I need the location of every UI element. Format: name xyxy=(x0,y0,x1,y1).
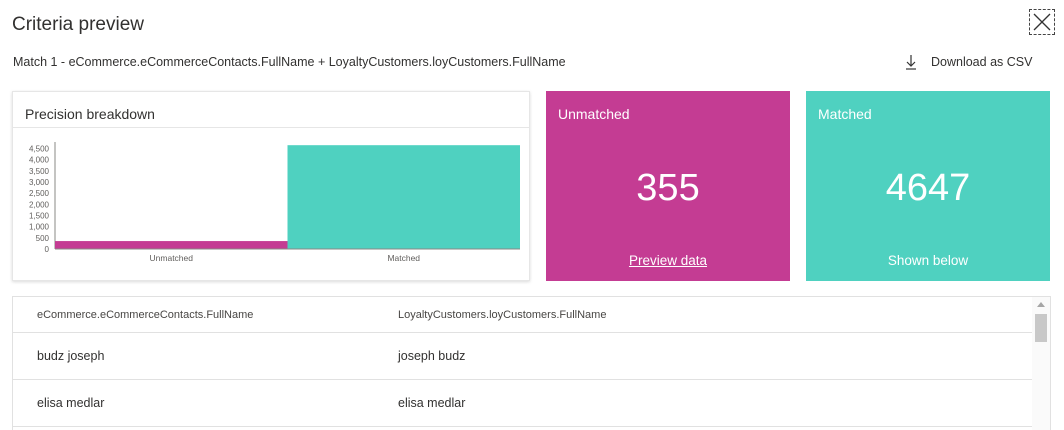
vertical-scrollbar[interactable] xyxy=(1032,297,1050,430)
matched-card: Matched 4647 Shown below xyxy=(806,91,1050,281)
table-cell: joseph budz xyxy=(398,349,466,363)
y-tick-label: 0 xyxy=(45,245,50,254)
y-tick-label: 500 xyxy=(36,234,50,243)
table-header: eCommerce.eCommerceContacts.FullName Loy… xyxy=(13,297,1034,333)
y-tick-label: 3,000 xyxy=(29,178,50,187)
bar-matched xyxy=(287,145,520,249)
close-icon xyxy=(1033,13,1051,31)
download-csv-label: Download as CSV xyxy=(931,55,1033,69)
x-tick-label: Matched xyxy=(387,253,420,263)
y-tick-label: 2,500 xyxy=(29,189,50,198)
unmatched-card: Unmatched 355 Preview data xyxy=(546,91,790,281)
y-tick-label: 1,500 xyxy=(29,211,50,220)
scrollbar-thumb[interactable] xyxy=(1035,314,1047,342)
table-row[interactable]: budz joseph joseph budz xyxy=(13,332,1034,380)
matched-footer: Shown below xyxy=(887,253,969,268)
y-tick-label: 1,000 xyxy=(29,223,50,232)
table-cell: elisa medlar xyxy=(37,396,105,410)
table-cell: elisa medlar xyxy=(398,396,466,410)
y-tick-label: 3,500 xyxy=(29,167,50,176)
y-tick-label: 4,000 xyxy=(29,156,50,165)
matched-label: Matched xyxy=(818,106,872,122)
preview-data-link[interactable]: Preview data xyxy=(629,253,707,268)
table-cell: budz joseph xyxy=(37,349,105,363)
matched-count: 4647 xyxy=(885,167,971,209)
unmatched-count: 355 xyxy=(636,167,700,209)
x-tick-label: Unmatched xyxy=(150,253,194,263)
column-header[interactable]: eCommerce.eCommerceContacts.FullName xyxy=(37,309,253,321)
results-table: eCommerce.eCommerceContacts.FullName Loy… xyxy=(12,296,1051,430)
bar-unmatched xyxy=(55,241,288,249)
close-button[interactable] xyxy=(1029,9,1055,35)
scroll-up-arrow-icon[interactable] xyxy=(1037,302,1045,307)
y-tick-label: 2,000 xyxy=(29,200,50,209)
precision-bar-chart: 0 500 1,000 1,500 2,000 2,500 3,000 3,500 4,000 4… xyxy=(29,142,520,263)
y-tick-label: 4,500 xyxy=(29,144,50,153)
chart-title: Precision breakdown xyxy=(25,106,155,122)
precision-breakdown-card: Precision breakdown 0 500 1,000 1,500 2,000 2… xyxy=(12,91,530,281)
table-row[interactable]: elisa medlar elisa medlar xyxy=(13,379,1034,427)
dialog-title: Criteria preview xyxy=(12,14,144,35)
unmatched-label: Unmatched xyxy=(558,106,630,122)
match-criteria-subtitle: Match 1 - eCommerce.eCommerceContacts.Fu… xyxy=(13,55,566,69)
download-icon xyxy=(906,55,916,70)
column-header[interactable]: LoyaltyCustomers.loyCustomers.FullName xyxy=(398,309,606,321)
download-csv-button[interactable]: Download as CSV xyxy=(905,54,1032,70)
